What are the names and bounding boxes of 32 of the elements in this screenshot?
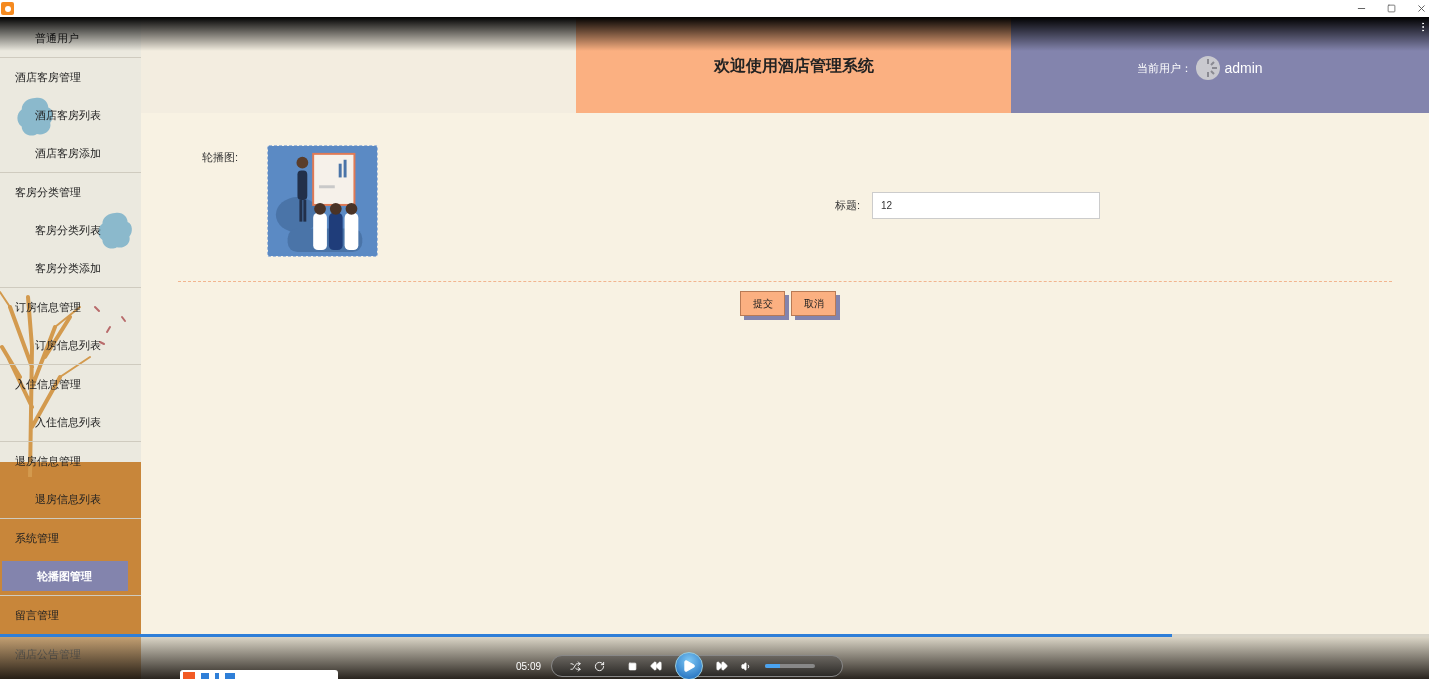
play-icon <box>682 659 696 673</box>
image-label: 轮播图: <box>200 150 239 165</box>
shuffle-icon[interactable] <box>570 660 581 672</box>
menu-item[interactable]: 退房信息列表 <box>2 484 128 514</box>
user-label: 当前用户： <box>1137 60 1193 76</box>
menu-group-title[interactable]: 留言管理 <box>15 606 59 624</box>
repeat-icon[interactable] <box>594 660 605 672</box>
menu-item[interactable]: 轮播图管理 <box>2 561 128 591</box>
menu-item[interactable]: 酒店客房列表 <box>2 100 128 130</box>
rewind-icon[interactable] <box>650 660 662 672</box>
title-input[interactable]: 12 <box>872 192 1101 219</box>
menu-group-title[interactable]: 客房分类管理 <box>15 183 81 201</box>
playback-time: 05:09 <box>516 659 541 674</box>
menu-item[interactable]: 普通用户 <box>2 23 128 53</box>
title-label: 标题: <box>835 198 861 214</box>
page-title: 欢迎使用酒店管理系统 <box>713 56 874 76</box>
close-icon[interactable] <box>1416 3 1427 14</box>
menu-item[interactable]: 客房分类列表 <box>2 215 128 245</box>
menu-item[interactable]: 入住信息列表 <box>2 407 128 437</box>
menu-item[interactable]: 酒店客房添加 <box>2 138 128 168</box>
avatar-icon <box>1196 56 1221 80</box>
volume-icon[interactable] <box>741 660 752 672</box>
menu-group-title[interactable]: 酒店客房管理 <box>15 68 81 86</box>
volume-slider[interactable] <box>765 664 815 668</box>
menu-group-title[interactable]: 系统管理 <box>15 529 59 547</box>
user-name: admin <box>1224 58 1263 78</box>
seek-bar[interactable] <box>0 634 1429 637</box>
stop-icon[interactable] <box>628 661 637 671</box>
play-button[interactable] <box>675 652 703 679</box>
maximize-icon[interactable] <box>1387 4 1396 13</box>
menu-item[interactable]: 客房分类添加 <box>2 253 128 283</box>
fast-forward-icon[interactable] <box>716 660 728 672</box>
